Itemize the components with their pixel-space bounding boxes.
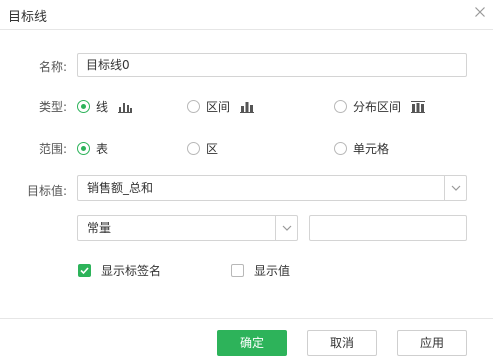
constant-select-arrow[interactable] (275, 216, 297, 240)
range-option-cell-label: 单元格 (353, 142, 390, 156)
name-input[interactable]: 目标线0 (77, 53, 467, 77)
check-icon (80, 267, 89, 275)
chevron-down-icon (282, 225, 292, 231)
ok-button[interactable]: 确定 (217, 330, 287, 356)
target-select-value: 销售额_总和 (87, 181, 154, 195)
range-option-area-label: 区 (206, 142, 219, 156)
apply-button[interactable]: 应用 (397, 330, 467, 356)
constant-value-input[interactable] (309, 215, 467, 241)
type-option-distribution-label: 分布区间 (353, 100, 402, 114)
range-option-table[interactable]: 表 (77, 140, 108, 157)
radio-line[interactable] (77, 100, 90, 113)
name-label: 名称: (38, 60, 67, 74)
range-option-table-label: 表 (96, 142, 109, 156)
chevron-down-icon (451, 185, 461, 191)
show-value-label: 显示值 (254, 264, 291, 278)
close-icon[interactable] (472, 4, 488, 20)
constant-select[interactable]: 常量 (77, 215, 298, 241)
target-select[interactable]: 销售额_总和 (77, 175, 467, 201)
type-option-line[interactable]: 线 (77, 98, 133, 115)
constant-select-value: 常量 (87, 221, 112, 235)
bar-chart-icon (118, 102, 133, 113)
checkbox-show-value[interactable] (231, 264, 244, 277)
dialog-footer: 确定 取消 应用 (0, 318, 493, 363)
radio-area[interactable] (187, 142, 200, 155)
range-option-area[interactable]: 区 (187, 140, 218, 157)
type-option-range-label: 区间 (206, 100, 231, 114)
distribution-icon (411, 100, 426, 113)
bar-chart-icon (240, 101, 255, 113)
cancel-button[interactable]: 取消 (307, 330, 377, 356)
radio-distribution[interactable] (334, 100, 347, 113)
radio-table[interactable] (77, 142, 90, 155)
type-option-distribution[interactable]: 分布区间 (334, 98, 426, 115)
dialog-header: 目标线 (0, 0, 493, 30)
show-label-name-checkbox[interactable]: 显示标签名 (78, 262, 161, 279)
type-option-range[interactable]: 区间 (187, 98, 255, 115)
show-label-name-label: 显示标签名 (101, 264, 162, 278)
radio-cell[interactable] (334, 142, 347, 155)
range-option-cell[interactable]: 单元格 (334, 140, 389, 157)
target-select-arrow[interactable] (444, 176, 466, 200)
range-label: 范围: (38, 142, 67, 156)
type-label: 类型: (38, 100, 67, 114)
radio-range[interactable] (187, 100, 200, 113)
checkbox-show-label-name[interactable] (78, 264, 91, 277)
type-option-line-label: 线 (96, 100, 109, 114)
show-value-checkbox[interactable]: 显示值 (231, 262, 290, 279)
dialog-title: 目标线 (8, 10, 48, 25)
target-label: 目标值: (26, 184, 67, 198)
